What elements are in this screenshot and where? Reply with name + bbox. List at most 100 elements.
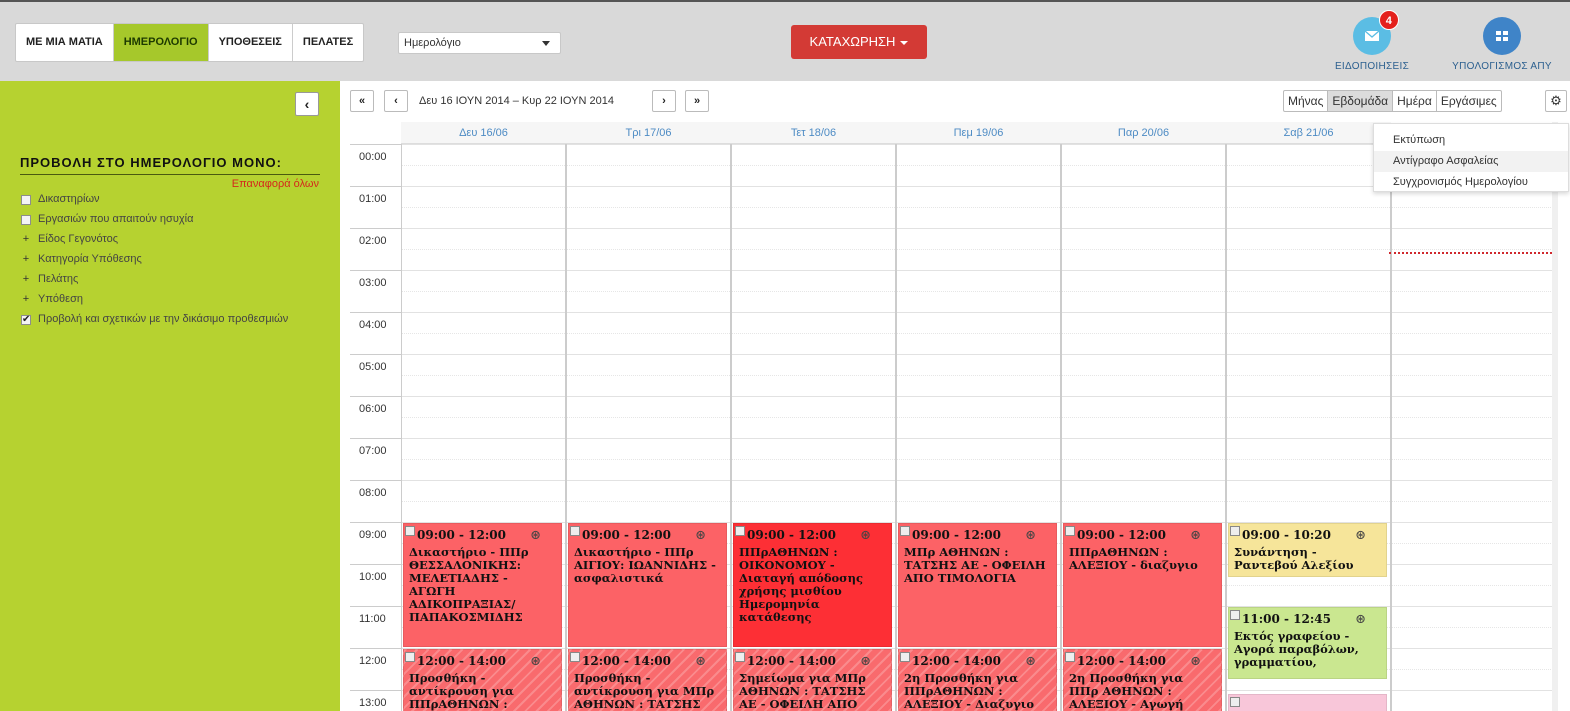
time-slot[interactable] xyxy=(567,396,730,417)
event-checkbox[interactable] xyxy=(900,526,910,536)
time-slot[interactable] xyxy=(1392,606,1552,627)
time-slot[interactable] xyxy=(732,186,895,207)
time-slot[interactable] xyxy=(1227,375,1390,396)
reset-filters-link[interactable]: Επαναφορά όλων xyxy=(232,178,319,190)
time-slot[interactable] xyxy=(897,186,1060,207)
time-slot[interactable] xyxy=(732,270,895,291)
time-slot[interactable] xyxy=(402,501,565,522)
time-slot[interactable] xyxy=(1392,543,1552,564)
view-button[interactable]: Εργάσιμες xyxy=(1437,91,1501,111)
time-slot[interactable] xyxy=(1062,333,1225,354)
time-slot[interactable] xyxy=(732,291,895,312)
time-slot[interactable] xyxy=(402,165,565,186)
time-slot[interactable] xyxy=(567,228,730,249)
calendar-event[interactable]: 12:00 - 14:00 ⊛ Προσθήκη - αντίκρουση για … xyxy=(403,649,562,711)
time-slot[interactable] xyxy=(1392,354,1552,375)
time-slot[interactable] xyxy=(567,417,730,438)
calendar-event[interactable]: 12:00 - 14:00 ⊛ 2η Προσθήκη για ΠΠρ ΑΘΗΝΩΝ… xyxy=(1063,649,1222,711)
event-checkbox[interactable] xyxy=(405,526,415,536)
time-slot[interactable] xyxy=(897,291,1060,312)
time-slot[interactable] xyxy=(1392,627,1552,648)
time-slot[interactable] xyxy=(732,417,895,438)
time-slot[interactable] xyxy=(1392,396,1552,417)
time-slot[interactable] xyxy=(732,249,895,270)
time-slot[interactable] xyxy=(897,396,1060,417)
time-slot[interactable] xyxy=(567,291,730,312)
time-slot[interactable] xyxy=(732,354,895,375)
event-checkbox[interactable] xyxy=(1065,652,1075,662)
calendar-event[interactable]: 11:00 - 12:45 ⊛ Εκτός γραφείου - Αγορά παρ… xyxy=(1228,607,1387,679)
time-slot[interactable] xyxy=(1392,501,1552,522)
tab-clients[interactable]: ΠΕΛΑΤΕΣ xyxy=(293,24,363,61)
calendar-event[interactable]: 09:00 - 12:00 ⊛ ΠΠρΑΘΗΝΩΝ : ΟΙΚΟΝΟΜΟΥ - Δι… xyxy=(733,523,892,647)
collapse-sidebar-button[interactable]: ‹ xyxy=(295,92,319,116)
calendar-event[interactable]: 12:00 - 14:00 ⊛ Προσθήκη - αντίκρουση για … xyxy=(568,649,727,711)
time-slot[interactable] xyxy=(1062,186,1225,207)
time-slot[interactable] xyxy=(1062,396,1225,417)
calendar-select[interactable]: Ημερολόγιο xyxy=(398,32,561,54)
calendar-event[interactable]: 09:00 - 10:20 ⊛ Συνάντηση - Ραντεβού Αλεξί… xyxy=(1228,523,1387,577)
time-slot[interactable] xyxy=(897,207,1060,228)
time-slot[interactable] xyxy=(402,480,565,501)
time-slot[interactable] xyxy=(1392,207,1552,228)
time-slot[interactable] xyxy=(1392,585,1552,606)
event-checkbox[interactable] xyxy=(735,526,745,536)
time-slot[interactable] xyxy=(1227,312,1390,333)
time-slot[interactable] xyxy=(1227,144,1390,165)
time-slot[interactable] xyxy=(1062,438,1225,459)
time-slot[interactable] xyxy=(567,270,730,291)
view-button[interactable]: Ημέρα xyxy=(1393,91,1437,111)
filter-item[interactable]: + Κατηγορία Υπόθεσης xyxy=(21,253,321,266)
event-checkbox[interactable] xyxy=(1065,526,1075,536)
time-slot[interactable] xyxy=(1227,501,1390,522)
time-slot[interactable] xyxy=(897,438,1060,459)
time-slot[interactable] xyxy=(1062,144,1225,165)
view-button[interactable]: Εβδομάδα xyxy=(1328,91,1394,111)
previous-week-button[interactable]: ‹ xyxy=(384,90,408,112)
time-slot[interactable] xyxy=(567,501,730,522)
expand-plus-icon[interactable]: + xyxy=(21,253,31,266)
time-slot[interactable] xyxy=(1392,291,1552,312)
time-slot[interactable] xyxy=(402,207,565,228)
time-slot[interactable] xyxy=(567,165,730,186)
calendar-event[interactable]: 09:00 - 12:00 ⊛ Δικαστήριο - ΠΠρ ΘΕΣΣΑΛΟΝΙ… xyxy=(403,523,562,647)
tab-calendar[interactable]: ΗΜΕΡΟΛΟΓΙΟ xyxy=(113,24,209,61)
tab-overview[interactable]: ΜΕ ΜΙΑ ΜΑΤΙΑ xyxy=(16,24,114,61)
time-slot[interactable] xyxy=(402,186,565,207)
time-slot[interactable] xyxy=(1392,669,1552,690)
time-slot[interactable] xyxy=(567,249,730,270)
time-slot[interactable] xyxy=(402,375,565,396)
time-slot[interactable] xyxy=(1392,270,1552,291)
time-slot[interactable] xyxy=(1392,480,1552,501)
time-slot[interactable] xyxy=(1062,459,1225,480)
time-slot[interactable] xyxy=(567,438,730,459)
event-checkbox[interactable] xyxy=(1230,697,1240,708)
time-slot[interactable] xyxy=(567,354,730,375)
register-button[interactable]: ΚΑΤΑΧΩΡΗΣΗ xyxy=(791,25,927,59)
time-slot[interactable] xyxy=(732,459,895,480)
expand-plus-icon[interactable]: + xyxy=(21,293,31,306)
event-checkbox[interactable] xyxy=(570,526,580,536)
view-button[interactable]: Μήνας xyxy=(1284,91,1329,111)
time-slot[interactable] xyxy=(732,375,895,396)
filter-item[interactable]: ✔ Προβολή και σχετικών με την δικάσιμο πρ… xyxy=(21,313,321,326)
time-slot[interactable] xyxy=(1062,165,1225,186)
time-slot[interactable] xyxy=(402,354,565,375)
time-slot[interactable] xyxy=(1062,270,1225,291)
filter-item[interactable]: Δικαστηρίων xyxy=(21,193,321,206)
time-slot[interactable] xyxy=(402,228,565,249)
time-slot[interactable] xyxy=(897,501,1060,522)
time-slot[interactable] xyxy=(402,396,565,417)
time-slot[interactable] xyxy=(567,186,730,207)
time-slot[interactable] xyxy=(1227,165,1390,186)
calendar-event[interactable]: 12:00 - 14:00 ⊛ Σημείωμα για ΜΠρ ΑΘΗΝΩΝ : … xyxy=(733,649,892,711)
time-slot[interactable] xyxy=(567,144,730,165)
time-slot[interactable] xyxy=(567,375,730,396)
time-slot[interactable] xyxy=(567,207,730,228)
time-slot[interactable] xyxy=(402,144,565,165)
filter-checkbox[interactable] xyxy=(21,215,31,225)
filter-checkbox[interactable] xyxy=(21,195,31,205)
time-slot[interactable] xyxy=(897,459,1060,480)
time-slot[interactable] xyxy=(402,291,565,312)
time-slot[interactable] xyxy=(1062,354,1225,375)
